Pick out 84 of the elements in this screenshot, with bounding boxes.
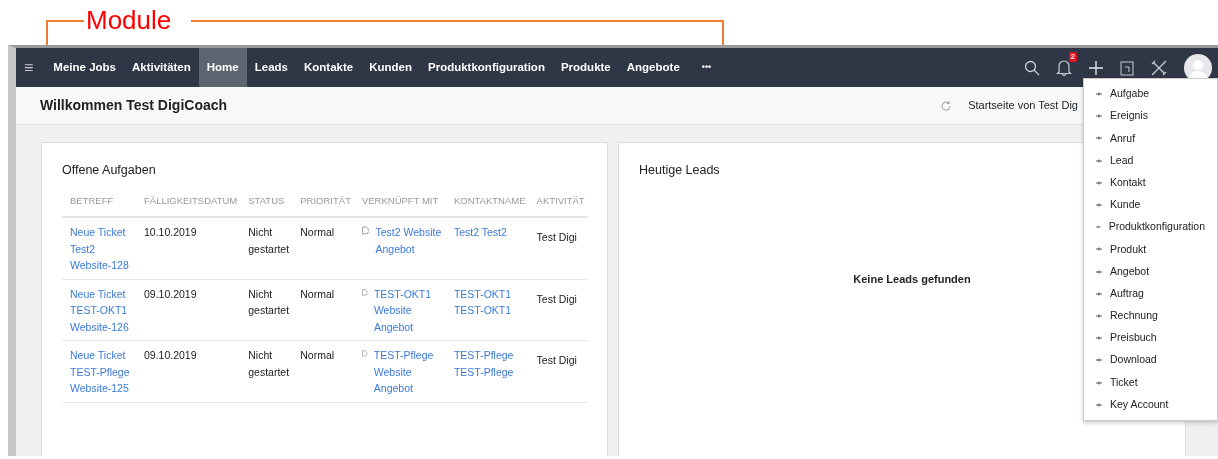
annotation-label: Module (86, 4, 172, 37)
column-header: STATUS (240, 185, 293, 217)
plus-icon (1096, 379, 1102, 386)
menu-item[interactable]: Kunde (1110, 197, 1141, 213)
task-link[interactable]: Neue Ticket TEST-OKT1 Website-126 (70, 285, 133, 335)
plus-icon (1096, 113, 1102, 120)
menu-item[interactable]: Rechnung (1110, 308, 1158, 324)
plus-icon (1096, 135, 1102, 142)
nav-tab[interactable]: Produktkonfiguration (420, 48, 553, 87)
plus-icon (1096, 246, 1102, 253)
plus-icon (1096, 157, 1102, 164)
plus-icon (1096, 401, 1102, 408)
plus-icon[interactable] (1088, 59, 1104, 76)
table-cell: Nicht gestartet (248, 287, 290, 316)
nav-tab[interactable]: Home (198, 48, 247, 87)
tools-icon[interactable] (1150, 58, 1168, 77)
menu-item[interactable]: Key Account (1110, 396, 1169, 413)
column-header: PRIORITÄT (292, 185, 354, 217)
table-cell: Test Digi (536, 354, 577, 366)
calendar-icon[interactable] (1120, 59, 1134, 76)
table-cell: Test Digi (536, 292, 577, 305)
related-link[interactable]: TEST-OKT1 Website Angebot (373, 285, 443, 335)
card-title: Heutige Leads (639, 162, 721, 179)
more-button[interactable]: ••• (687, 48, 720, 87)
table-cell: Normal (300, 287, 335, 300)
card-title: Offene Aufgaben (62, 162, 157, 179)
menu-item[interactable]: Ereignis (1110, 108, 1148, 125)
nav-tab[interactable]: Kunden (361, 48, 420, 87)
nav-tab[interactable]: Kontakte (296, 48, 362, 87)
related-link[interactable]: TEST-Pflege Website Angebot (373, 347, 443, 397)
document-icon (361, 347, 368, 360)
menu-item[interactable]: Produkt (1110, 241, 1147, 258)
plus-icon (1096, 224, 1101, 231)
nav-tab[interactable]: Aktivitäten (124, 48, 199, 87)
table-cell: Normal (300, 349, 335, 361)
menu-item[interactable]: Produktkonfiguration (1108, 219, 1205, 236)
task-link[interactable]: Neue Ticket Test2 Website-128 (70, 224, 133, 274)
empty-message: Keine Leads gefunden (853, 272, 971, 285)
document-icon (361, 224, 370, 237)
menu-item[interactable]: Auftrag (1110, 285, 1144, 302)
menu-item[interactable]: Ticket (1110, 374, 1138, 391)
related-link[interactable]: Test2 Website Angebot (375, 224, 443, 257)
column-header: KONTAKTNAME (445, 185, 529, 217)
nav-tab[interactable]: Leads (246, 48, 296, 87)
notification-count: 2 (1068, 52, 1077, 62)
menu-item[interactable]: Anruf (1110, 130, 1136, 147)
leader-line (46, 20, 86, 46)
plus-icon (1096, 335, 1102, 342)
table-cell: Nicht gestartet (248, 349, 290, 378)
plus-icon (1096, 179, 1102, 186)
menu-item[interactable]: Aufgabe (1110, 86, 1150, 102)
column-header: VERKNÜPFT MIT (353, 185, 446, 217)
table-cell: Test Digi (536, 231, 577, 243)
column-header: BETREFF (62, 185, 136, 217)
table-cell: 09.10.2019 (144, 349, 197, 361)
contact-link[interactable]: Test2 Test2 (453, 224, 526, 241)
menu-item[interactable]: Angebot (1110, 263, 1150, 280)
menu-item[interactable]: Lead (1110, 152, 1134, 169)
plus-icon (1096, 290, 1102, 297)
table-cell: 09.10.2019 (144, 287, 197, 300)
page-title: Willkommen Test DigiCoach (40, 96, 229, 115)
contact-link[interactable]: TEST-Pflege TEST-Pflege (453, 347, 526, 380)
table-cell: Nicht gestartet (248, 226, 290, 255)
menu-icon[interactable]: ≡ (16, 48, 46, 87)
plus-icon (1096, 91, 1102, 98)
plus-icon (1096, 312, 1102, 319)
bell-icon[interactable] (1056, 59, 1072, 76)
menu-item[interactable]: Preisbuch (1110, 330, 1157, 347)
column-header: AKTIVITÄT (528, 185, 588, 217)
home-selector[interactable]: Startseite von Test Dig (968, 97, 1078, 114)
plus-icon (1096, 202, 1102, 209)
column-header: FÄLLIGKEITSDATUM (136, 185, 241, 217)
plus-icon (1096, 268, 1102, 275)
contact-link[interactable]: TEST-OKT1 TEST-OKT1 (453, 285, 526, 319)
table-cell: 10.10.2019 (144, 226, 197, 238)
table-cell: Normal (300, 226, 335, 238)
nav-tab[interactable]: Angebote (618, 48, 688, 87)
menu-item[interactable]: Kontakt (1110, 174, 1146, 191)
nav-tab[interactable]: Meine Jobs (45, 48, 124, 87)
plus-icon (1096, 357, 1102, 364)
search-icon[interactable] (1024, 59, 1040, 76)
task-link[interactable]: Neue Ticket TEST-Pflege Website-125 (70, 347, 133, 397)
nav-tab[interactable]: Produkte (552, 48, 619, 87)
menu-item[interactable]: Download (1110, 352, 1157, 369)
